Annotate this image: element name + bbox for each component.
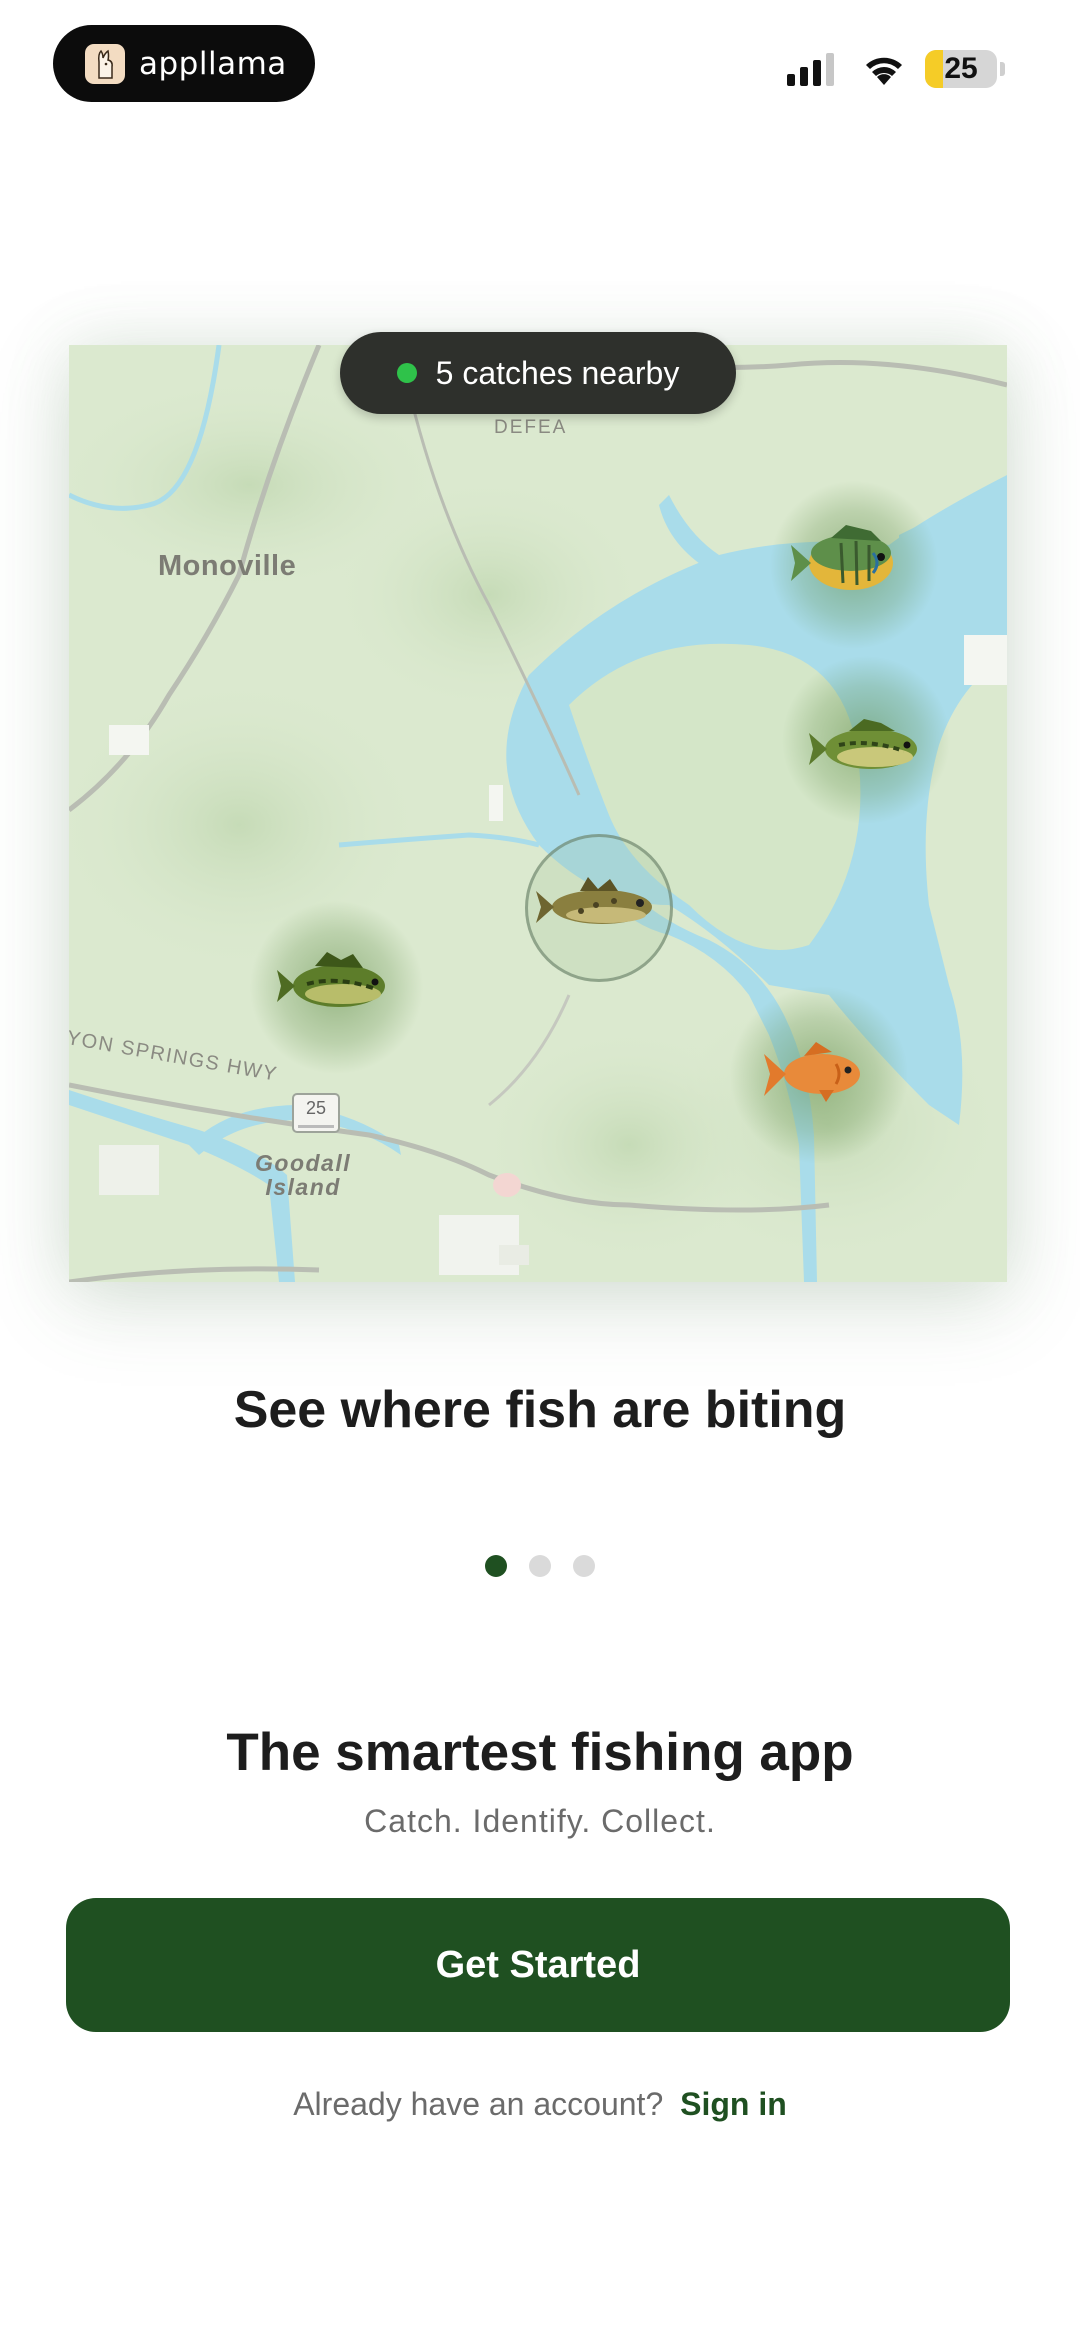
live-status-dot — [396, 363, 417, 383]
slide-caption: See where fish are biting — [233, 1381, 847, 1439]
map-label-island-line1: Goodall — [255, 1150, 352, 1176]
system-status-icons: 25 — [787, 50, 1005, 88]
catch-map[interactable]: Monoville DEFEA YON SPRINGS HWY Goodall … — [69, 345, 1007, 1282]
llama-logo-icon — [85, 43, 125, 84]
catches-nearby-text: 5 catches nearby — [435, 354, 680, 391]
goldfish-icon[interactable] — [764, 1042, 874, 1104]
map-label-island: Goodall Island — [255, 1151, 351, 1199]
cellular-signal-icon — [787, 52, 839, 86]
sign-in-link[interactable]: Sign in — [680, 2086, 787, 2122]
carousel-page-indicator[interactable] — [0, 1555, 1080, 1577]
bass-fish-icon[interactable] — [809, 715, 929, 780]
brand-name: appllama — [139, 45, 287, 82]
walleye-fish-icon[interactable] — [536, 875, 666, 935]
catches-nearby-badge[interactable]: 5 catches nearby — [340, 332, 736, 414]
battery-level-fill — [925, 50, 943, 88]
page-dot-2[interactable] — [529, 1555, 551, 1577]
map-label-road-top: DEFEA — [494, 417, 568, 438]
page-dot-1[interactable] — [485, 1555, 507, 1577]
map-label-town: Monoville — [158, 550, 297, 582]
page-subtitle: Catch. Identify. Collect. — [364, 1803, 716, 1839]
brand-badge: appllama — [53, 25, 315, 102]
battery-icon: 25 — [925, 50, 997, 88]
bluegill-fish-icon[interactable] — [791, 523, 911, 598]
route-shield: 25 — [292, 1093, 340, 1133]
page-title: The smartest fishing app — [226, 1723, 854, 1782]
get-started-button[interactable]: Get Started — [66, 1898, 1010, 2032]
wifi-icon — [866, 57, 902, 85]
page-dot-3[interactable] — [573, 1555, 595, 1577]
battery-cap — [1000, 62, 1005, 76]
signin-prompt: Already have an account? — [293, 2086, 664, 2122]
signin-row: Already have an account? Sign in — [0, 2086, 1080, 2123]
bass-fish-icon[interactable] — [277, 950, 397, 1018]
map-label-island-line2: Island — [265, 1174, 341, 1200]
battery-level-text: 25 — [944, 52, 978, 85]
